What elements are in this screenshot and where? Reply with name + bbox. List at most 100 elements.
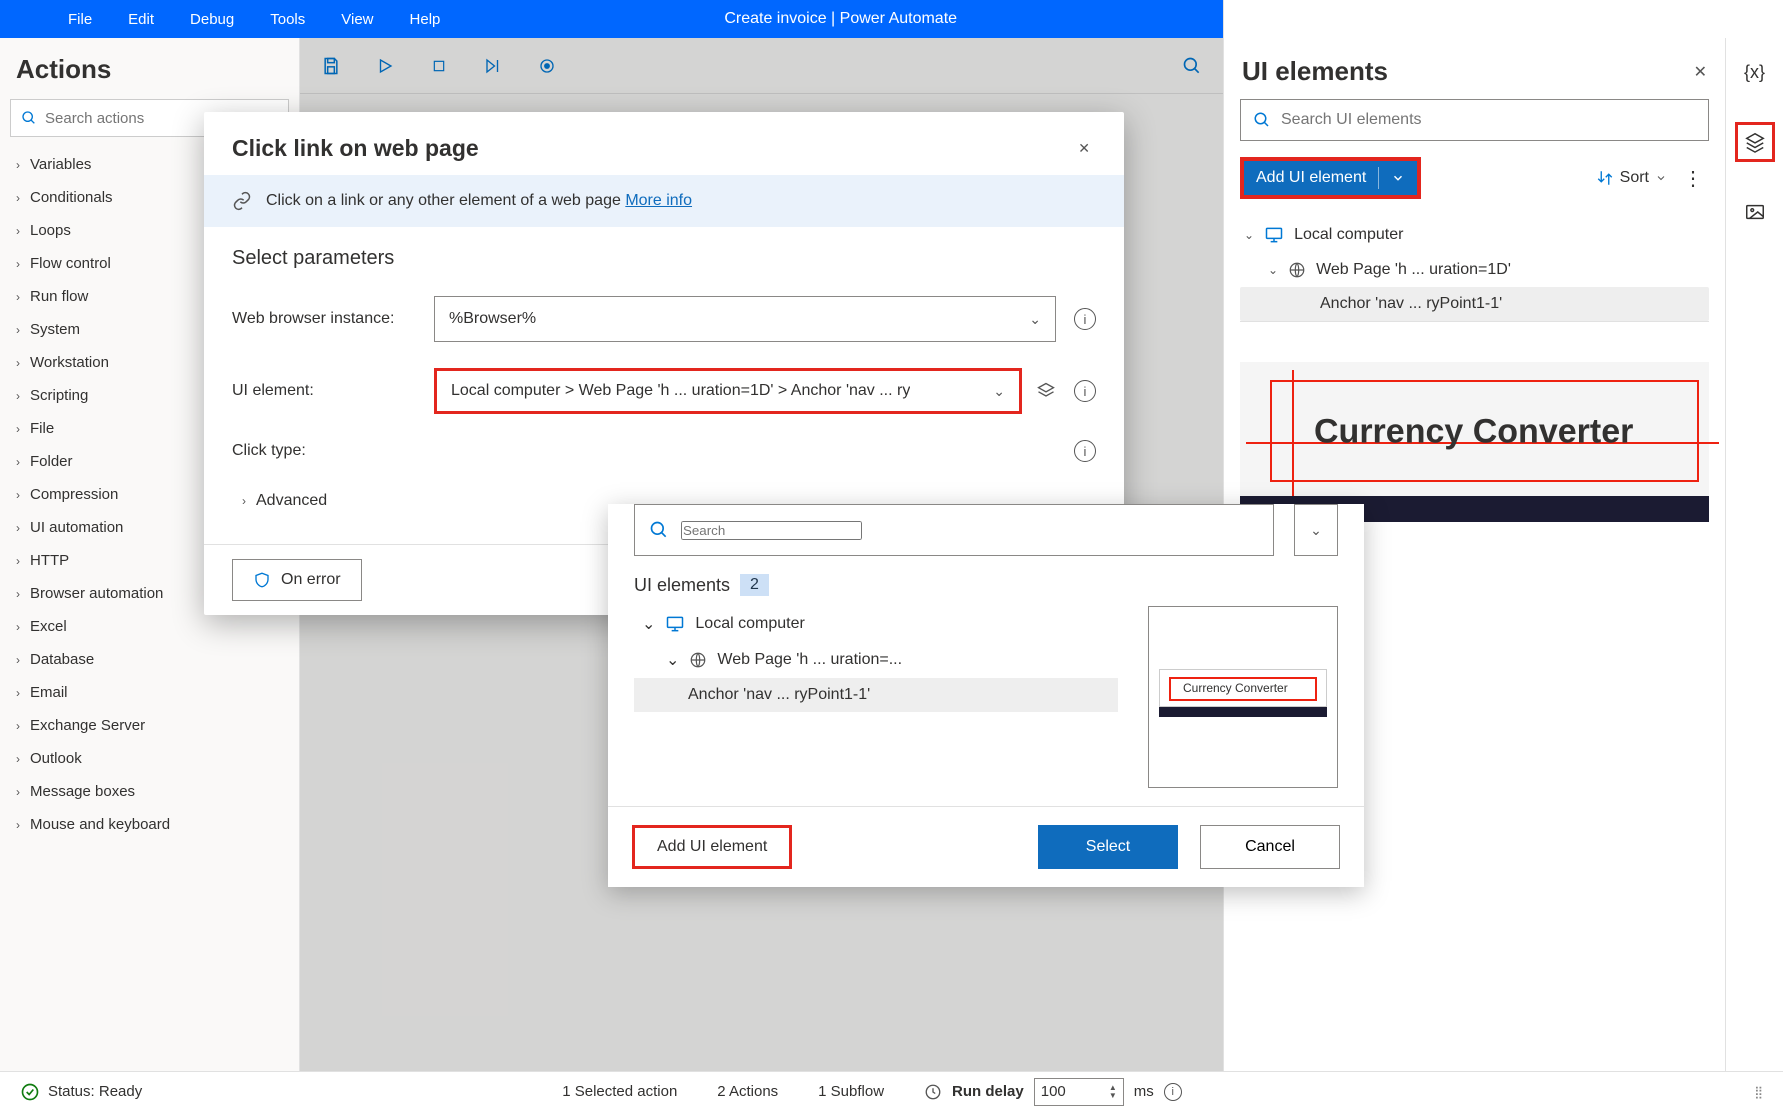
add-ui-element-button[interactable]: Add UI element (1240, 157, 1421, 199)
preview-label: Currency Converter (1183, 681, 1288, 695)
action-category-label: System (30, 321, 80, 338)
run-delay-value: 100 (1041, 1083, 1066, 1100)
chevron-right-icon: › (242, 494, 246, 508)
ui-elements-rail-button[interactable] (1735, 122, 1775, 162)
chevron-right-icon: › (16, 719, 20, 733)
ui-elements-search-input[interactable] (1281, 111, 1696, 129)
resize-grip-icon: ⣿ (1754, 1085, 1763, 1099)
tree-node-page[interactable]: ⌄ Web Page 'h ... uration=1D' (1240, 253, 1709, 287)
menu-view[interactable]: View (323, 1, 391, 38)
menu-file[interactable]: File (50, 1, 110, 38)
variables-rail-button[interactable]: {x} (1735, 52, 1775, 92)
dialog-title: Click link on web page (232, 135, 479, 162)
computer-icon (1264, 225, 1284, 245)
click-type-label: Click type: (232, 442, 424, 460)
action-category-label: Workstation (30, 354, 109, 371)
dropdown-add-ui-element-button[interactable]: Add UI element (632, 825, 792, 869)
chevron-right-icon: › (16, 257, 20, 271)
status-ready: Status: Ready (20, 1082, 142, 1102)
info-icon[interactable]: i (1164, 1083, 1182, 1101)
menu-help[interactable]: Help (392, 1, 459, 38)
action-category[interactable]: ›Email (10, 677, 289, 708)
info-icon[interactable]: i (1074, 440, 1096, 462)
environment-label: Contoso (default) (1250, 11, 1365, 28)
environment-picker[interactable]: Contoso (default) (1224, 10, 1365, 28)
dialog-close-button[interactable]: ✕ (1072, 134, 1096, 163)
on-error-button[interactable]: On error (232, 559, 362, 601)
action-category[interactable]: › Excel (10, 611, 289, 642)
layers-icon[interactable] (1036, 381, 1056, 401)
menu-edit[interactable]: Edit (110, 1, 172, 38)
chevron-right-icon: › (16, 620, 20, 634)
action-category[interactable]: ›Message boxes (10, 776, 289, 807)
globe-icon (689, 651, 707, 669)
dropdown-search-input[interactable] (681, 521, 862, 540)
dropdown-collapse-button[interactable]: ⌄ (1294, 504, 1338, 556)
ui-element-label: UI element: (232, 382, 424, 400)
window-title: Create invoice | Power Automate (458, 10, 1223, 28)
action-category-label: Message boxes (30, 783, 135, 800)
dropdown-select-button[interactable]: Select (1038, 825, 1178, 869)
action-category[interactable]: ›Outlook (10, 743, 289, 774)
params-heading: Select parameters (232, 247, 1096, 270)
image-icon (1744, 201, 1766, 223)
close-button[interactable] (1505, 0, 1553, 38)
minimize-button[interactable] (1393, 0, 1441, 38)
dropdown-cancel-button[interactable]: Cancel (1200, 825, 1340, 869)
dropdown-heading-label: UI elements (634, 575, 730, 596)
chevron-down-icon: ⌄ (1029, 311, 1041, 328)
action-category-label: Email (30, 684, 68, 701)
tree-label: Web Page 'h ... uration=1D' (1316, 261, 1511, 279)
images-rail-button[interactable] (1735, 192, 1775, 232)
tree-node-anchor[interactable]: Anchor 'nav ... ryPoint1-1' (1240, 287, 1709, 321)
run-delay-input[interactable]: 100 ▲▼ (1034, 1078, 1124, 1106)
action-category[interactable]: ›Exchange Server (10, 710, 289, 741)
sort-label: Sort (1620, 169, 1649, 187)
action-category[interactable]: ›Database (10, 644, 289, 675)
chevron-right-icon: › (16, 455, 20, 469)
globe-icon (1288, 261, 1306, 279)
browser-label: Web browser instance: (232, 310, 424, 328)
run-delay-label: Run delay (952, 1083, 1024, 1100)
menu-tools[interactable]: Tools (252, 1, 323, 38)
browser-instance-field[interactable]: %Browser% ⌄ (434, 296, 1056, 342)
status-actions: 2 Actions (717, 1083, 778, 1100)
sort-button[interactable]: Sort (1596, 169, 1667, 187)
tree-label: Local computer (1294, 226, 1403, 244)
status-selected: 1 Selected action (562, 1083, 677, 1100)
action-category[interactable]: ›Mouse and keyboard (10, 809, 289, 840)
more-info-link[interactable]: More info (625, 192, 692, 209)
chevron-right-icon: › (16, 587, 20, 601)
dropdown-preview: Currency Converter (1148, 606, 1338, 788)
tree-node-anchor[interactable]: Anchor 'nav ... ryPoint1-1' (634, 678, 1118, 712)
dropdown-search[interactable] (634, 504, 1274, 556)
chevron-down-icon (1655, 172, 1667, 184)
ui-elements-close-button[interactable]: ✕ (1694, 62, 1707, 82)
ui-element-value: Local computer > Web Page 'h ... uration… (451, 382, 910, 400)
chevron-right-icon: › (16, 323, 20, 337)
chevron-down-icon: ⌄ (1310, 522, 1322, 539)
action-category-label: HTTP (30, 552, 69, 569)
ui-elements-search[interactable] (1240, 99, 1709, 141)
tree-label: Anchor 'nav ... ryPoint1-1' (1284, 295, 1502, 313)
spinner-icon[interactable]: ▲▼ (1109, 1084, 1117, 1100)
info-icon[interactable]: i (1074, 308, 1096, 330)
status-bar: Status: Ready 1 Selected action 2 Action… (0, 1071, 1783, 1111)
ui-elements-heading: UI elements (1242, 56, 1388, 87)
layers-icon (1744, 131, 1766, 153)
preview-label: Currency Converter (1314, 413, 1633, 452)
tree-label: Local computer (695, 615, 804, 633)
tree-node-page[interactable]: ⌄ Web Page 'h ... uration=... (634, 642, 1118, 678)
action-category-label: Excel (30, 618, 67, 635)
chevron-right-icon: › (16, 752, 20, 766)
more-button[interactable]: ⋮ (1677, 166, 1709, 191)
menu-debug[interactable]: Debug (172, 1, 252, 38)
dropdown-heading: UI elements 2 (634, 556, 1338, 606)
info-icon[interactable]: i (1074, 380, 1096, 402)
ui-element-field[interactable]: Local computer > Web Page 'h ... uration… (434, 368, 1022, 414)
action-category-label: Folder (30, 453, 73, 470)
tree-node-computer[interactable]: ⌄ Local computer (1240, 217, 1709, 253)
dialog-desc-text: Click on a link or any other element of … (266, 192, 621, 209)
maximize-button[interactable] (1449, 0, 1497, 38)
tree-node-computer[interactable]: ⌄ Local computer (634, 606, 1118, 642)
